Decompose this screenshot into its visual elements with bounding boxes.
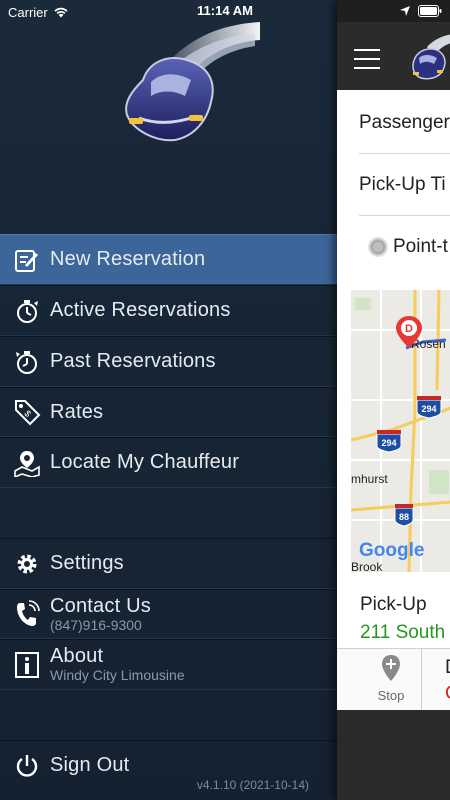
contact-text: Contact Us (847)916-9300 (50, 594, 151, 633)
menu-label: About (50, 645, 104, 668)
map-canvas: 294 294 88 Rosen mhurst Brook D Google (351, 290, 450, 572)
shield-label: 88 (399, 512, 409, 522)
stopwatch-icon (12, 296, 42, 326)
limousine-logo (125, 22, 260, 142)
highway-shield: 294 (376, 430, 402, 453)
divider (359, 215, 450, 216)
top-nav-bar (337, 22, 450, 90)
divider (359, 153, 450, 154)
dropoff-label: D (445, 657, 450, 679)
hamburger-menu-icon[interactable] (354, 49, 380, 69)
menu-label: Active Reservations (50, 299, 231, 321)
about-company: Windy City Limousine (50, 667, 185, 684)
menu-label: Contact Us (50, 594, 151, 617)
pickup-address[interactable]: 211 South (360, 622, 445, 644)
add-stop-icon (382, 655, 400, 681)
route-map[interactable]: 294 294 88 Rosen mhurst Brook D Google (351, 290, 450, 572)
menu-about[interactable]: About Windy City Limousine (0, 639, 337, 690)
point-to-point-radio[interactable] (368, 237, 388, 257)
menu-active-reservations[interactable]: Active Reservations (0, 285, 337, 336)
map-label: Brook (351, 560, 383, 572)
stop-action-bar: Stop D C (337, 648, 450, 711)
menu-contact-us[interactable]: Contact Us (847)916-9300 (0, 589, 337, 639)
shield-label: 294 (421, 404, 436, 414)
app-version: v4.1.10 (2021-10-14) (196, 778, 309, 792)
navigation-drawer: Carrier New Reservation Active Reservati… (0, 0, 337, 800)
menu-label: New Reservation (50, 248, 206, 270)
map-label: mhurst (351, 472, 388, 486)
menu-label: Sign Out (50, 754, 130, 776)
new-reservation-icon (12, 245, 42, 275)
menu-new-reservation[interactable]: New Reservation (0, 234, 337, 285)
phone-icon (12, 599, 42, 629)
main-footer (337, 710, 450, 800)
marker-letter: D (405, 323, 413, 335)
menu-past-reservations[interactable]: Past Reservations (0, 336, 337, 387)
info-icon (12, 650, 42, 680)
menu-settings[interactable]: Settings (0, 538, 337, 589)
menu-label: Rates (50, 400, 104, 423)
pickup-time-field[interactable]: Pick-Up Ti (359, 174, 450, 196)
highway-shield: 88 (394, 504, 414, 527)
gear-icon (12, 549, 42, 579)
about-text: About Windy City Limousine (50, 646, 185, 683)
pickup-label: Pick-Up (360, 594, 427, 615)
contact-phone: (847)916-9300 (50, 616, 142, 633)
status-time: 11:14 AM (197, 3, 253, 18)
menu-rates[interactable]: $ Rates (0, 387, 337, 437)
main-panel: Passenger Pick-Up Ti Point-t 294 294 88 … (337, 0, 450, 800)
price-tag-icon: $ (12, 397, 42, 427)
dropoff-value: C (445, 683, 450, 705)
google-attribution: Google (359, 540, 424, 561)
passenger-field[interactable]: Passenger (359, 112, 450, 134)
radio-label: Point-t (393, 236, 448, 257)
menu-label: Locate My Chauffeur (50, 451, 240, 473)
destination-column[interactable]: D C (421, 649, 450, 711)
map-pin-icon (12, 448, 42, 478)
menu-label: Past Reservations (50, 350, 216, 372)
car-logo-icon (412, 34, 450, 80)
highway-shield: 294 (416, 396, 442, 419)
stop-label: Stop (377, 688, 405, 703)
power-icon (12, 751, 42, 781)
add-stop-button[interactable]: Stop (365, 655, 417, 707)
shield-label: 294 (381, 438, 396, 448)
menu-locate-chauffeur[interactable]: Locate My Chauffeur (0, 437, 337, 488)
history-icon (12, 347, 42, 377)
menu-label: Settings (50, 552, 124, 574)
